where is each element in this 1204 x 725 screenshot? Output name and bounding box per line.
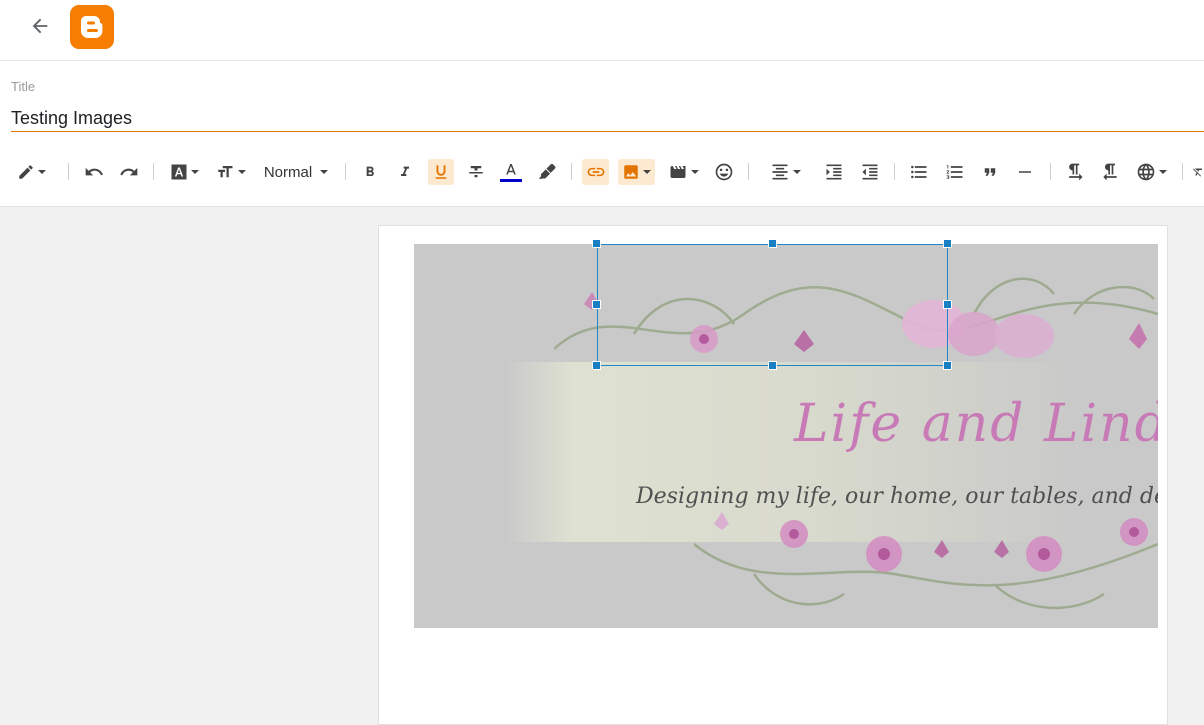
image-selection-box[interactable] (597, 244, 948, 366)
rtl-paragraph-icon (1103, 163, 1117, 181)
link-button[interactable] (582, 159, 609, 185)
text-color-icon (506, 164, 516, 175)
clear-format-button[interactable] (1192, 159, 1204, 185)
italic-button[interactable] (393, 159, 417, 185)
highlight-button[interactable] (534, 159, 560, 185)
toolbar-divider (571, 163, 572, 180)
video-icon (670, 166, 685, 178)
resize-handle-top-right[interactable] (943, 239, 952, 248)
numbered-list-button[interactable] (942, 159, 968, 185)
bulleted-list-icon (911, 165, 927, 179)
horizontal-rule-button[interactable] (1012, 159, 1038, 185)
undo-button[interactable] (81, 159, 107, 185)
link-icon (587, 167, 604, 177)
emoji-button[interactable] (711, 159, 737, 185)
underline-button[interactable] (428, 159, 454, 185)
title-label: Title (11, 79, 36, 94)
resize-handle-bottom-right[interactable] (943, 361, 952, 370)
quote-icon (984, 168, 996, 176)
clear-format-icon (1193, 168, 1202, 177)
emoji-icon (715, 163, 733, 181)
bulleted-list-button[interactable] (906, 159, 932, 185)
language-button[interactable] (1133, 159, 1169, 185)
pen-mode-button[interactable] (12, 159, 50, 185)
pencil-icon (18, 165, 33, 179)
globe-icon (1137, 163, 1154, 181)
align-button[interactable] (766, 159, 804, 185)
outdent-button[interactable] (857, 159, 883, 185)
toolbar-divider (345, 163, 346, 180)
redo-icon (120, 167, 138, 176)
resize-handle-top-left[interactable] (592, 239, 601, 248)
bold-icon (366, 166, 374, 176)
ltr-button[interactable] (1062, 159, 1088, 185)
title-section: Title (0, 61, 1204, 150)
undo-icon (85, 167, 103, 176)
resize-handle-right[interactable] (943, 300, 952, 309)
ltr-paragraph-icon (1069, 163, 1083, 181)
font-size-button[interactable] (212, 159, 248, 185)
text-style-dropdown[interactable]: Normal (258, 159, 334, 185)
quote-button[interactable] (977, 159, 1003, 185)
text-color-button[interactable] (498, 159, 524, 185)
outdent-icon (862, 164, 878, 180)
floral-decoration-bottom (694, 512, 1158, 610)
title-input[interactable] (11, 105, 1204, 132)
numbered-list-icon (946, 165, 963, 179)
image-button[interactable] (618, 159, 655, 185)
toolbar-divider (1050, 163, 1051, 180)
font-button[interactable] (166, 159, 202, 185)
bold-button[interactable] (358, 159, 382, 185)
image-title-text: Life and Lind (794, 394, 1158, 454)
resize-handle-top[interactable] (768, 239, 777, 248)
indent-icon (826, 164, 842, 180)
toolbar-divider (748, 163, 749, 180)
toolbar-divider (153, 163, 154, 180)
redo-button[interactable] (116, 159, 142, 185)
toolbar-divider (68, 163, 69, 180)
strikethrough-button[interactable] (464, 159, 488, 185)
rtl-button[interactable] (1097, 159, 1123, 185)
resize-handle-bottom-left[interactable] (592, 361, 601, 370)
align-center-icon (772, 164, 787, 180)
font-icon (171, 164, 186, 180)
arrow-left-icon (32, 18, 48, 34)
marker-icon (538, 163, 556, 179)
text-style-label: Normal (263, 163, 313, 181)
underline-icon (435, 165, 447, 179)
horizontal-rule-icon (1019, 171, 1031, 173)
text-color-swatch (500, 179, 522, 182)
indent-button[interactable] (821, 159, 847, 185)
top-bar (0, 0, 1204, 61)
formatting-toolbar: Normal (0, 150, 1204, 207)
toolbar-divider (894, 163, 895, 180)
toolbar-divider (1182, 163, 1183, 180)
text-size-icon (217, 166, 232, 178)
blogger-logo-icon[interactable] (70, 5, 114, 49)
italic-icon (401, 166, 409, 176)
strikethrough-icon (469, 166, 483, 178)
resize-handle-left[interactable] (592, 300, 601, 309)
back-button[interactable] (26, 12, 54, 40)
video-button[interactable] (665, 159, 701, 185)
image-icon (624, 165, 638, 179)
resize-handle-bottom[interactable] (768, 361, 777, 370)
